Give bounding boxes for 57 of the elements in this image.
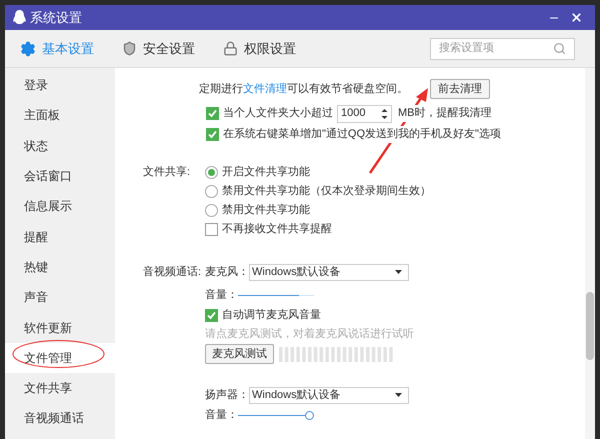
- checkbox-label: 当个人文件夹大小超过: [223, 106, 333, 122]
- sidebar-item[interactable]: 提醒: [5, 221, 115, 252]
- shield-icon: [122, 41, 137, 56]
- checkbox[interactable]: [205, 308, 218, 322]
- volume-slider[interactable]: [238, 410, 314, 420]
- file-cleanup-link[interactable]: 文件清理: [243, 82, 287, 95]
- device-label: 扬声器：: [205, 388, 249, 403]
- checkbox-label: 在系统右键菜单增加"通过QQ发送到我的手机及好友"选项: [223, 126, 501, 143]
- volume-label: 音量：: [205, 288, 238, 303]
- gear-icon: [20, 40, 36, 56]
- radio-label: 开启文件共享功能: [222, 164, 310, 180]
- settings-tab[interactable]: 权限设置: [223, 38, 296, 58]
- checkbox-label: 自动调节麦克风音量: [222, 308, 321, 323]
- radio-button[interactable]: [205, 166, 218, 179]
- radio-button[interactable]: [205, 204, 218, 217]
- sidebar-item[interactable]: 状态: [5, 130, 115, 161]
- sidebar-item[interactable]: 音视频通话: [5, 403, 115, 434]
- spin-arrows-icon: [381, 108, 388, 120]
- sidebar-item[interactable]: 声音: [5, 282, 115, 312]
- penguin-icon: [13, 10, 26, 25]
- speaker-dropdown[interactable]: Windows默认设备: [249, 386, 409, 404]
- size-spinbox[interactable]: 1000: [337, 104, 392, 122]
- sidebar-item[interactable]: 文件管理: [5, 342, 115, 373]
- checkbox[interactable]: [205, 223, 218, 236]
- sidebar-item[interactable]: 热键: [5, 252, 115, 282]
- sidebar-item[interactable]: 信息展示: [5, 191, 115, 222]
- microphone-test-button[interactable]: 麦克风测试: [205, 344, 274, 364]
- hint-text: 请点麦克风测试，对着麦克风说话进行试听: [205, 326, 414, 342]
- device-label: 麦克风：: [205, 264, 249, 280]
- search-field[interactable]: 搜索设置项: [430, 38, 575, 60]
- sidebar-item[interactable]: 登录: [5, 70, 115, 100]
- checkbox[interactable]: [206, 107, 219, 120]
- audio-meter-icon: [279, 346, 395, 362]
- radio-label: 禁用文件共享功能（仅本次登录期间生效）: [222, 184, 431, 200]
- checkbox-label: 不再接收文件共享提醒: [222, 222, 332, 238]
- go-cleanup-button[interactable]: 前去清理: [430, 79, 490, 99]
- microphone-dropdown[interactable]: Windows默认设备: [249, 264, 409, 280]
- sidebar-item[interactable]: 软件更新: [5, 312, 115, 343]
- radio-button[interactable]: [205, 185, 218, 198]
- lock-icon: [223, 41, 238, 56]
- volume-label: 音量：: [205, 408, 238, 423]
- cleanup-description: 定期进行文件清理可以有效节省硬盘空间。: [199, 82, 408, 97]
- window-title: 系统设置: [30, 8, 82, 27]
- sidebar-item[interactable]: 文件共享: [5, 372, 115, 404]
- section-label: 文件共享:: [143, 164, 192, 180]
- search-input[interactable]: 搜索设置项: [439, 40, 553, 57]
- search-icon: [553, 42, 566, 55]
- settings-tab[interactable]: 安全设置: [122, 38, 195, 58]
- section-label: 音视频通话:: [143, 264, 202, 280]
- checkbox-label: MB时，提醒我清理: [398, 105, 492, 122]
- checkbox[interactable]: [206, 128, 219, 141]
- sidebar-item[interactable]: 会话窗口: [5, 160, 115, 192]
- dropdown-caret-icon: [395, 270, 402, 274]
- dropdown-caret-icon: [395, 393, 402, 397]
- close-icon: [570, 11, 582, 24]
- sidebar-item[interactable]: 主面板: [5, 100, 115, 131]
- radio-label: 禁用文件共享功能: [222, 202, 310, 218]
